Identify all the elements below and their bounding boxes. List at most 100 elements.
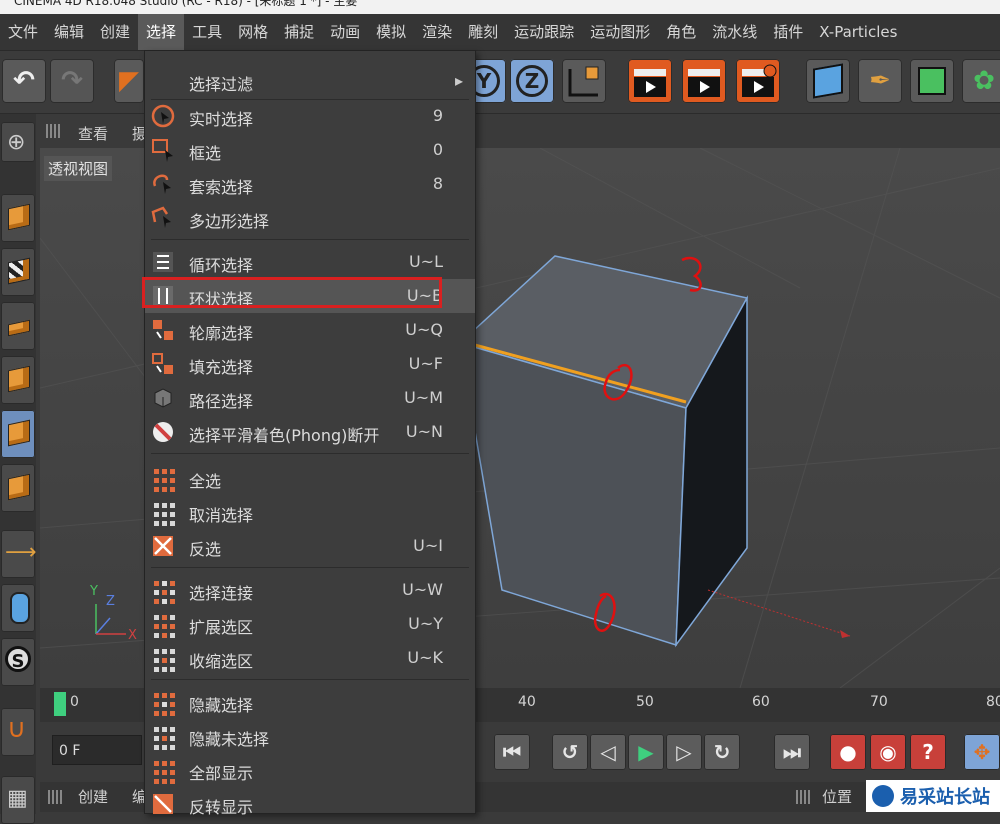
menu-x-particles[interactable]: X-Particles [811,14,905,50]
workplane-button[interactable]: ▦ [1,776,35,824]
menu-item-hide-unselected[interactable]: 隐藏未选择 [145,719,475,753]
menu-render[interactable]: 渲染 [414,14,460,50]
undo-icon: ↶ [13,66,35,96]
solo-button[interactable]: S [1,638,35,686]
next-key-button[interactable]: ↻ [704,734,740,770]
menu-item-select-all[interactable]: 全选 [145,461,475,495]
edges-mode-button[interactable] [1,410,35,458]
menu-plugins[interactable]: 插件 [765,14,811,50]
selection-tool-button[interactable]: ◤ [114,59,144,103]
polygons-mode-button[interactable] [1,464,35,512]
next-key-icon: ↻ [713,740,731,764]
subdivision-surface-button[interactable] [910,59,954,103]
menu-select[interactable]: 选择 [138,14,185,50]
menu-item-invert-selection[interactable]: 反选 U~I [145,529,475,563]
edges-cube-icon [8,419,30,447]
menu-item-unhide-all[interactable]: 全部显示 [145,753,475,787]
arrow-right-icon: ⟶ [5,540,37,565]
menu-item-live-selection[interactable]: 实时选择 9 [145,99,475,133]
prev-frame-icon: ◁ [600,740,616,764]
redo-button[interactable]: ↷ [50,59,94,103]
menu-item-select-connected[interactable]: 选择连接 U~W [145,573,475,607]
phong-break-icon [153,422,173,442]
cloner-icon: ✿ [973,66,995,96]
menu-item-invert-visibility[interactable]: 反转显示 [145,787,475,821]
menu-item-grow-selection[interactable]: 扩展选区 U~Y [145,607,475,641]
outline-selection-icon [153,320,173,340]
menu-item-selection-filter[interactable]: 选择过滤 ▸ [145,64,475,98]
panel-grip-icon [48,790,62,804]
coordinates-panel-grip-icon [796,790,810,804]
materials-menu-create[interactable]: 创建 [78,782,108,812]
go-to-end-button[interactable]: ⏭ [774,734,810,770]
magnet-icon: ∪ [7,714,27,744]
autokeying-button[interactable]: ◉ [870,734,906,770]
make-editable-button[interactable]: ⊕ [1,122,35,162]
render-picture-viewer-button[interactable] [682,59,726,103]
tweak-mode-button[interactable] [1,584,35,632]
menu-item-shrink-selection[interactable]: 收缩选区 U~K [145,641,475,675]
keyframe-selection-button[interactable]: ? [910,734,946,770]
menu-item-deselect-all[interactable]: 取消选择 [145,495,475,529]
menu-item-rectangle-selection[interactable]: 框选 0 [145,133,475,167]
menu-mesh[interactable]: 网格 [230,14,276,50]
menu-character[interactable]: 角色 [658,14,704,50]
skip-end-icon: ⏭ [783,740,801,764]
mouse-icon [10,592,30,624]
loop-selection-icon [153,252,173,272]
axis-mode-button[interactable]: ⟶ [1,530,37,578]
previous-frame-button[interactable]: ◁ [590,734,626,770]
shrink-selection-icon [151,646,181,676]
position-key-button[interactable]: ✥ [964,734,1000,770]
grid-plane-icon [8,319,30,337]
pen-tool-button[interactable]: ✒ [858,59,902,103]
undo-button[interactable]: ↶ [2,59,46,103]
current-frame-field[interactable]: 0 F [52,735,142,765]
key-icon: ● [839,740,857,764]
viewport-label: 透视视图 [44,156,113,181]
menu-file[interactable]: 文件 [0,14,46,50]
menu-tools[interactable]: 工具 [184,14,230,50]
axis-z-toggle[interactable]: Z [510,59,554,103]
viewport-menu-view[interactable]: 查看 [78,123,108,144]
menu-item-phong-break-selection[interactable]: 选择平滑着色(Phong)断开 U~N [145,415,475,449]
menu-motion-tracking[interactable]: 运动跟踪 [506,14,582,50]
menu-item-fill-selection[interactable]: 填充选择 U~F [145,347,475,381]
menu-edit[interactable]: 编辑 [46,14,92,50]
points-mode-button[interactable] [1,356,35,404]
cloner-button[interactable]: ✿ [962,59,1000,103]
play-icon: ▶ [638,740,654,764]
menu-snap[interactable]: 捕捉 [276,14,322,50]
menu-sculpt[interactable]: 雕刻 [460,14,506,50]
model-mode-button[interactable] [1,194,35,242]
cube-object-button[interactable] [806,59,850,103]
next-frame-button[interactable]: ▷ [666,734,702,770]
axis-gizmo-z-label: Z [106,594,115,609]
menu-item-path-selection[interactable]: 路径选择 U~M [145,381,475,415]
workplane-mode-button[interactable] [1,302,35,350]
snap-button[interactable]: ∪ [1,708,35,756]
viewport-grip-icon [46,124,60,138]
timeline-tick: 60 [752,694,770,710]
menu-pipeline[interactable]: 流水线 [704,14,765,50]
menu-item-lasso-selection[interactable]: 套索选择 8 [145,167,475,201]
s-circle-icon: S [5,646,31,672]
previous-key-button[interactable]: ↺ [552,734,588,770]
record-active-objects-button[interactable]: ● [830,734,866,770]
render-settings-button[interactable] [736,59,780,103]
menu-simulate[interactable]: 模拟 [368,14,414,50]
menu-item-loop-selection[interactable]: 循环选择 U~L [145,245,475,279]
texture-mode-button[interactable] [1,248,35,296]
timeline-playhead[interactable] [54,692,66,716]
question-icon: ? [922,740,934,764]
menu-mograph[interactable]: 运动图形 [582,14,658,50]
coordinate-system-button[interactable] [562,59,606,103]
menu-create[interactable]: 创建 [92,14,138,50]
go-to-start-button[interactable]: ⏮ [494,734,530,770]
menu-item-polygon-selection[interactable]: 多边形选择 [145,201,475,235]
menu-item-hide-selected[interactable]: 隐藏选择 [145,685,475,719]
menu-item-outline-selection[interactable]: 轮廓选择 U~Q [145,313,475,347]
menu-animate[interactable]: 动画 [322,14,368,50]
play-button[interactable]: ▶ [628,734,664,770]
render-view-button[interactable] [628,59,672,103]
